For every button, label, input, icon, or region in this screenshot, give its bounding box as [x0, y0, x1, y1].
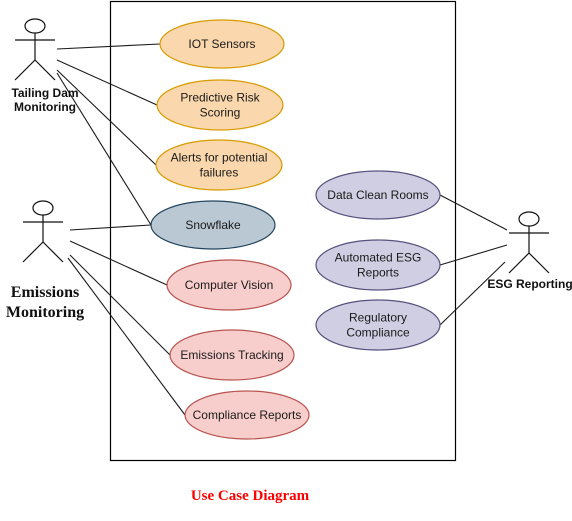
use-case-label: Snowflake	[185, 218, 241, 232]
diagram-caption: Use Case Diagram	[191, 488, 310, 504]
use-case-label: Predictive Risk	[180, 91, 260, 105]
use-case-alerts[interactable]: Alerts for potentialfailures	[155, 139, 283, 191]
use-case-tracking[interactable]: Emissions Tracking	[169, 329, 295, 381]
association-emissions-cv	[69, 240, 168, 286]
use-case-label: Compliance Reports	[193, 408, 302, 422]
stick-figure-icon	[14, 18, 56, 81]
use-case-risk[interactable]: Predictive RiskScoring	[156, 79, 284, 131]
use-case-label: Reports	[357, 266, 399, 280]
use-case-label: Emissions Tracking	[180, 348, 283, 362]
actor-emissions[interactable]: Emissions Monitoring	[6, 200, 84, 321]
use-case-dcr[interactable]: Data Clean Rooms	[315, 170, 441, 220]
use-case-label: Data Clean Rooms	[327, 188, 428, 202]
stick-figure-icon	[508, 211, 550, 274]
use-case-autoesg[interactable]: Automated ESGReports	[315, 239, 441, 291]
use-case-regulatory[interactable]: RegulatoryCompliance	[315, 299, 441, 351]
actor-tailing[interactable]: Tailing DamMonitoring	[11, 18, 79, 114]
stick-figure-icon	[22, 200, 64, 263]
use-case-label: IOT Sensors	[188, 37, 255, 51]
use-case-snowflake[interactable]: Snowflake	[150, 200, 276, 250]
association-esg-dcr	[439, 194, 508, 231]
actor-label: Monitoring	[14, 100, 76, 114]
association-tailing-iot	[56, 43, 161, 50]
actor-label: ESG Reporting	[487, 277, 572, 291]
use-case-iot[interactable]: IOT Sensors	[159, 19, 285, 69]
association-esg-autoesg	[439, 244, 508, 266]
use-case-label: Regulatory	[349, 311, 407, 325]
actor-label: Monitoring	[6, 304, 84, 321]
actor-esg[interactable]: ESG Reporting	[487, 211, 572, 291]
use-case-label: Computer Vision	[185, 278, 274, 292]
actor-label: Emissions	[11, 284, 79, 301]
actor-label: Tailing Dam	[11, 86, 78, 100]
use-case-cv[interactable]: Computer Vision	[166, 259, 292, 311]
use-case-label: Compliance	[346, 326, 410, 340]
use-case-diagram: IOT Sensors Predictive RiskScoring Alerts …	[6, 0, 572, 504]
association-esg-regulatory	[439, 261, 506, 326]
use-case-label: Alerts for potential	[171, 151, 268, 165]
use-case-compliance[interactable]: Compliance Reports	[184, 390, 310, 440]
use-case-label: Automated ESG	[335, 251, 422, 265]
use-case-label: Scoring	[200, 106, 241, 120]
association-emissions-tracking	[69, 254, 171, 356]
use-case-label: failures	[200, 166, 239, 180]
association-tailing-alerts	[56, 69, 157, 166]
use-cases: IOT Sensors Predictive RiskScoring Alerts …	[150, 19, 441, 440]
